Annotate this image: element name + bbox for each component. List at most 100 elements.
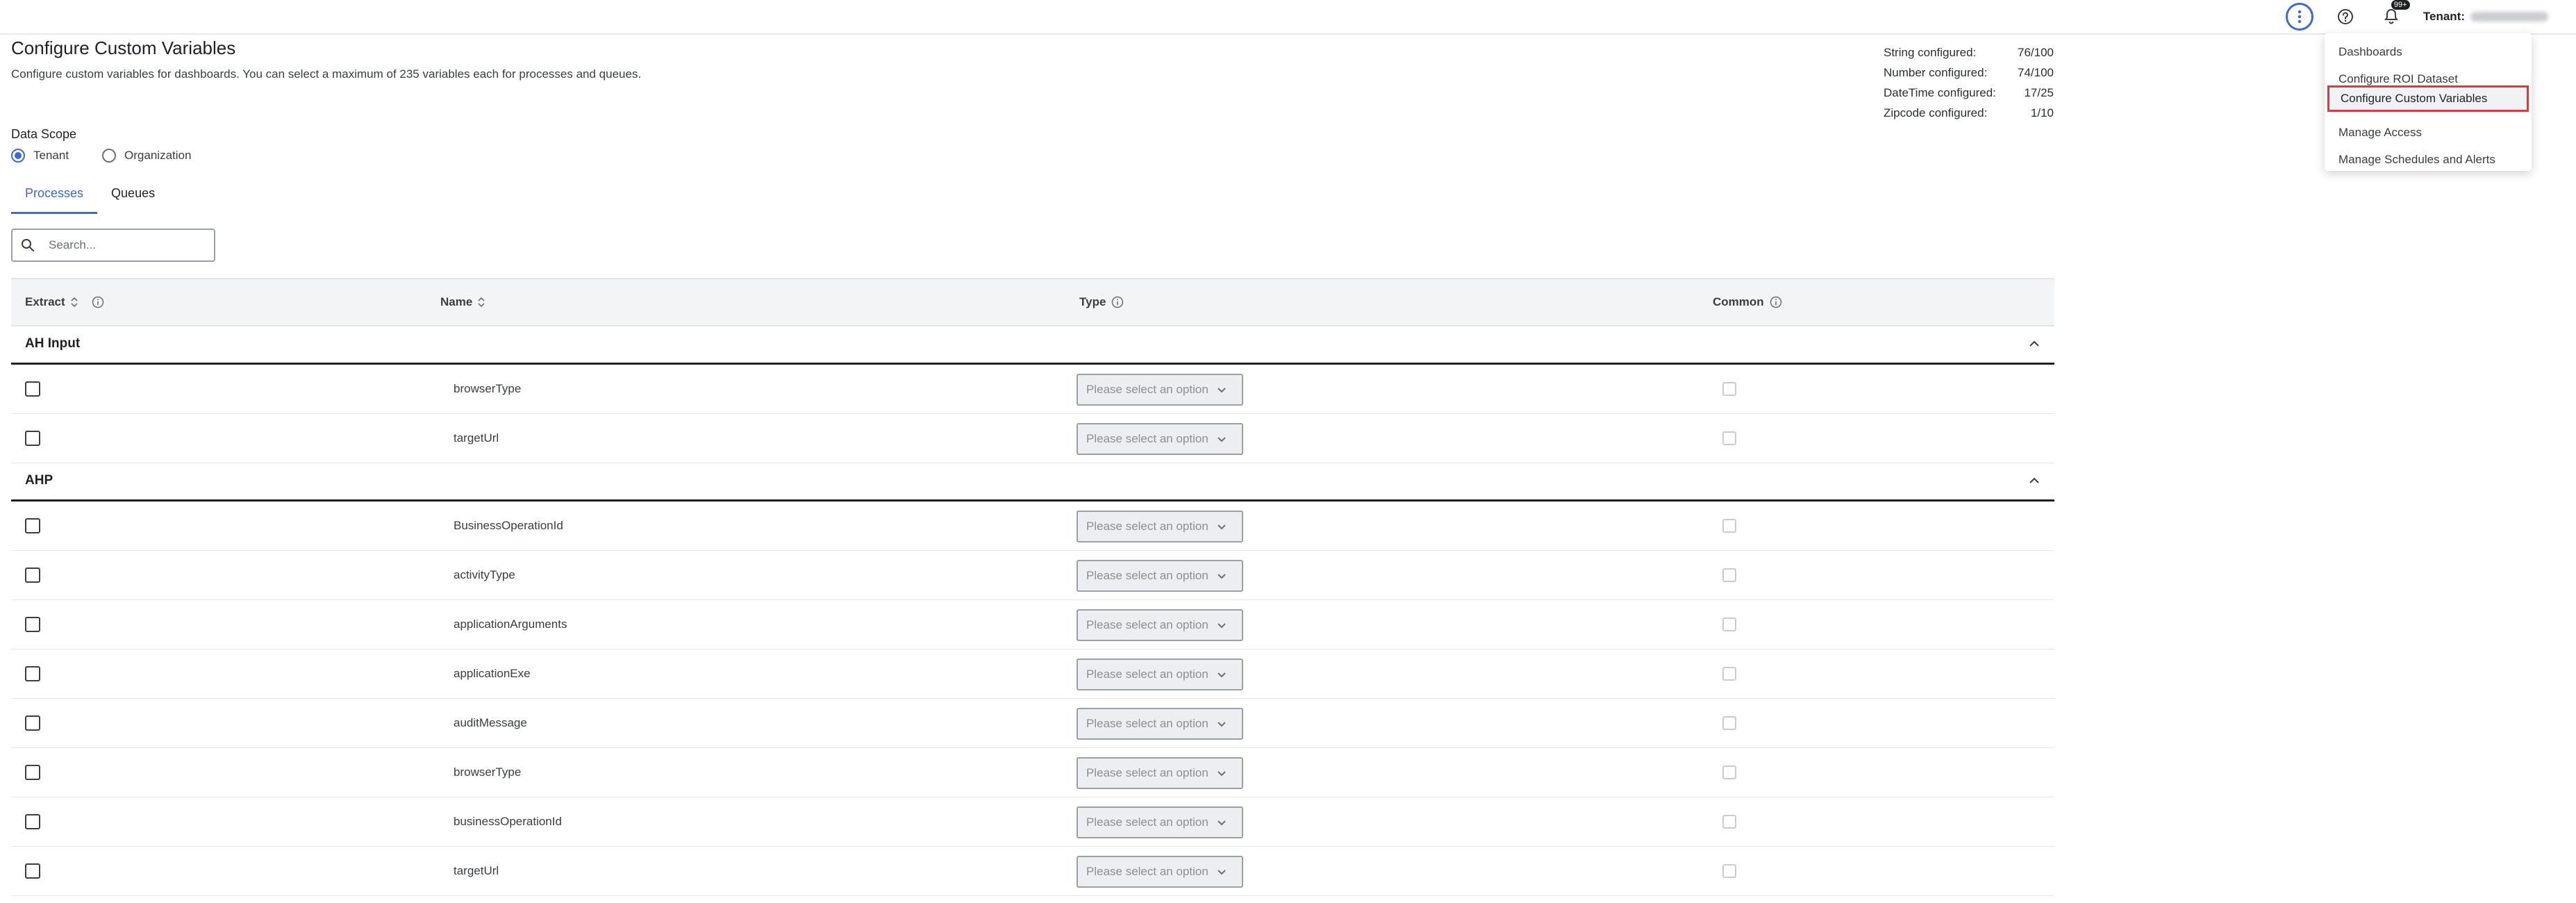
tenant-selector[interactable]: Tenant: [2423,10,2548,24]
more-options-button[interactable] [2285,3,2313,31]
column-common: Common [1713,279,1782,325]
menu-item-manage-access[interactable]: Manage Access [2325,119,2532,146]
variable-name: targetUrl [454,864,499,877]
common-checkbox[interactable] [1722,667,1736,681]
variable-name: browserType [454,382,522,395]
search-box [11,229,215,262]
variable-name: BusinessOperationId [454,519,563,532]
variable-name: browserType [454,765,522,779]
chevron-down-icon [1218,388,1226,393]
type-select[interactable]: Please select an option [1077,374,1243,406]
chevron-up-icon[interactable] [2028,474,2041,487]
extract-checkbox[interactable] [25,568,40,583]
extract-checkbox[interactable] [25,814,40,829]
table-row: activityType Please select an option [11,551,2054,600]
stat-datetime: DateTime configured: 17/25 [1884,86,2054,99]
extract-checkbox[interactable] [25,518,40,533]
common-checkbox[interactable] [1722,618,1736,631]
menu-item-dashboards[interactable]: Dashboards [2325,39,2532,65]
type-select[interactable]: Please select an option [1077,708,1243,740]
notification-badge: 99+ [2391,0,2410,10]
top-bar: 99+ Tenant: [0,0,2576,35]
extract-checkbox[interactable] [25,381,40,397]
common-checkbox[interactable] [1722,864,1736,878]
stat-string: String configured: 76/100 [1884,46,2054,59]
type-select[interactable]: Please select an option [1077,560,1243,592]
radio-tenant[interactable]: Tenant [11,149,69,163]
bell-icon [2384,8,2398,24]
sort-icon [71,297,78,308]
info-icon [1112,296,1124,308]
extract-checkbox[interactable] [25,765,40,780]
extract-checkbox[interactable] [25,431,40,446]
variable-name: activityType [454,568,515,581]
group-title: AHP [25,473,53,488]
variable-name: applicationExe [454,667,531,680]
tab-queues[interactable]: Queues [97,182,169,214]
page-subtitle: Configure custom variables for dashboard… [11,67,642,81]
type-select[interactable]: Please select an option [1077,757,1243,789]
common-checkbox[interactable] [1722,382,1736,396]
tenant-label: Tenant: [2423,10,2465,23]
variable-name: targetUrl [454,431,499,445]
table-row: auditMessage Please select an option [11,699,2054,748]
stat-zipcode: Zipcode configured: 1/10 [1884,106,2054,119]
radio-organization[interactable]: Organization [102,149,191,163]
top-bar-actions: 99+ Tenant: [2285,0,2548,33]
data-scope-radio-group: Tenant Organization [11,149,191,163]
common-checkbox[interactable] [1722,716,1736,730]
extract-checkbox[interactable] [25,715,40,731]
more-options-menu: Dashboards Configure ROI Dataset Configu… [2325,33,2532,171]
tab-processes[interactable]: Processes [11,182,98,214]
table-header: Extract Name Type Common [11,278,2054,326]
group-title: AH Input [25,336,81,351]
chevron-down-icon [1218,820,1226,826]
tab-bar: Processes Queues [11,182,169,214]
radio-unselected-icon [102,149,117,163]
type-select[interactable]: Please select an option [1077,856,1243,888]
table-row: applicationExe Please select an option [11,649,2054,699]
table-row: BusinessOperationId Please select an opt… [11,502,2054,551]
vertical-dots-icon [2297,10,2302,24]
common-checkbox[interactable] [1722,431,1736,445]
notifications-button[interactable]: 99+ [2377,0,2410,31]
common-checkbox[interactable] [1722,815,1736,829]
extract-checkbox[interactable] [25,617,40,632]
chevron-down-icon [1218,672,1226,678]
tenant-name-redacted [2470,12,2548,22]
type-select[interactable]: Please select an option [1077,423,1243,455]
radio-selected-icon [11,149,25,163]
page-title: Configure Custom Variables [11,38,236,58]
column-extract[interactable]: Extract [25,279,104,325]
search-icon [22,239,34,251]
extract-checkbox[interactable] [25,863,40,879]
type-select[interactable]: Please select an option [1077,806,1243,838]
common-checkbox[interactable] [1722,765,1736,779]
chevron-up-icon[interactable] [2028,338,2041,350]
data-scope-label: Data Scope [11,127,77,141]
chevron-down-icon [1218,574,1226,579]
chevron-down-icon [1218,437,1226,442]
menu-item-configure-custom-variables[interactable]: Configure Custom Variables [2327,85,2529,112]
group-header[interactable]: AHP [11,463,2054,502]
info-icon [92,296,103,308]
stat-number: Number configured: 74/100 [1884,66,2054,79]
configured-stats: String configured: 76/100 Number configur… [1884,46,2054,126]
menu-item-manage-schedules-alerts[interactable]: Manage Schedules and Alerts [2325,147,2532,173]
sort-icon [478,297,485,308]
type-select[interactable]: Please select an option [1077,609,1243,641]
variables-table: Extract Name Type Common AH Input browse… [11,278,2054,896]
group-header[interactable]: AH Input [11,326,2054,365]
column-type: Type [1079,279,1124,325]
table-row: targetUrl Please select an option [11,847,2054,896]
help-button[interactable] [2332,3,2359,31]
extract-checkbox[interactable] [25,666,40,681]
type-select[interactable]: Please select an option [1077,658,1243,690]
search-input[interactable] [47,238,203,253]
type-select[interactable]: Please select an option [1077,511,1243,542]
column-name[interactable]: Name [440,279,485,325]
common-checkbox[interactable] [1722,568,1736,582]
common-checkbox[interactable] [1722,519,1736,533]
table-row: businessOperationId Please select an opt… [11,797,2054,847]
chevron-down-icon [1218,771,1226,777]
